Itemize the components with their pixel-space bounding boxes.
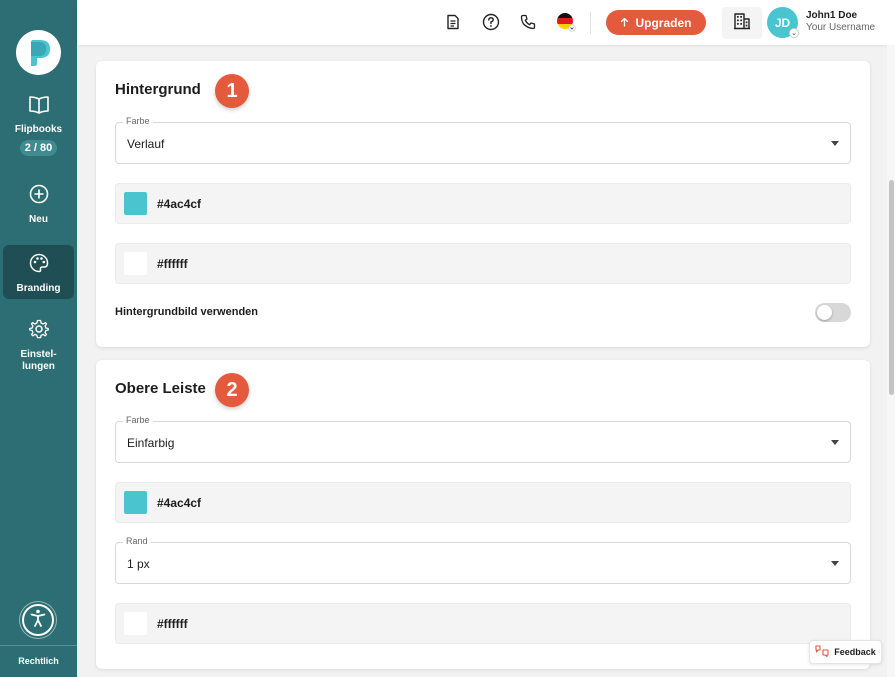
color-swatch[interactable] — [124, 192, 147, 215]
feedback-icon — [815, 645, 829, 659]
top-bar-border-select[interactable]: Rand 1 px — [115, 536, 851, 584]
gear-icon — [28, 319, 49, 344]
plus-circle-icon — [29, 184, 49, 209]
company-button[interactable] — [722, 7, 762, 39]
color-hex: #ffffff — [157, 257, 188, 271]
select-value: Verlauf — [127, 137, 165, 151]
phone-icon[interactable] — [518, 12, 538, 32]
step-badge: 2 — [215, 373, 249, 407]
background-color-mode-select[interactable]: Farbe Verlauf — [115, 116, 851, 164]
header-divider — [590, 12, 591, 34]
legal-link[interactable]: Rechtlich — [0, 656, 77, 666]
sidebar-item-label: Neu — [29, 214, 48, 225]
arrow-up-icon — [620, 16, 629, 30]
sidebar-divider — [0, 645, 77, 646]
top-bar-section: Obere Leiste 2 Farbe Einfarbig #4ac4cf R… — [96, 360, 870, 669]
top-bar-color-mode-select[interactable]: Farbe Einfarbig — [115, 415, 851, 463]
accessibility-icon — [28, 608, 48, 633]
background-image-toggle[interactable] — [815, 303, 851, 322]
upgrade-button[interactable]: Upgraden — [606, 10, 706, 35]
sidebar-item-settings[interactable]: Einstel- lungen — [3, 319, 74, 375]
building-icon — [733, 12, 751, 35]
feedback-button[interactable]: Feedback — [809, 640, 882, 664]
document-icon[interactable] — [443, 12, 463, 32]
user-subtitle: Your Username — [806, 22, 876, 33]
step-badge: 1 — [215, 74, 249, 108]
top-bar-color-field[interactable]: #4ac4cf — [115, 482, 851, 523]
color-hex: #ffffff — [157, 617, 188, 631]
background-section: Hintergrund 1 Farbe Verlauf #4ac4cf #fff… — [96, 61, 870, 347]
section-title: Obere Leiste — [115, 380, 206, 397]
section-title: Hintergrund — [115, 81, 201, 98]
select-label: Rand — [123, 536, 151, 546]
color-swatch[interactable] — [124, 612, 147, 635]
scrollbar-thumb[interactable] — [889, 180, 894, 395]
select-value: 1 px — [127, 557, 150, 571]
color-hex: #4ac4cf — [157, 197, 202, 211]
toggle-knob — [817, 305, 832, 320]
help-icon[interactable] — [481, 12, 501, 32]
app-logo[interactable] — [16, 30, 61, 75]
sidebar-item-label: Flipbooks — [14, 124, 63, 135]
background-color-1-field[interactable]: #4ac4cf — [115, 183, 851, 224]
settings-label-line1: Einstel- — [20, 349, 57, 360]
select-value: Einfarbig — [127, 436, 175, 450]
german-flag-icon[interactable] — [556, 12, 576, 32]
flipbook-p-logo — [30, 39, 50, 66]
sidebar-item-flipbooks[interactable]: Flipbooks 2 / 80 — [3, 94, 74, 160]
select-label: Farbe — [123, 415, 153, 425]
upgrade-label: Upgraden — [635, 15, 692, 30]
book-open-icon — [28, 96, 50, 119]
select-label: Farbe — [123, 116, 153, 126]
flipbook-count-badge: 2 / 80 — [19, 140, 58, 156]
settings-label-line2: lungen — [22, 361, 55, 372]
color-swatch[interactable] — [124, 491, 147, 514]
caret-down-icon — [831, 561, 839, 566]
color-hex: #4ac4cf — [157, 496, 202, 510]
feedback-label: Feedback — [834, 647, 876, 657]
color-swatch[interactable] — [124, 252, 147, 275]
caret-down-icon — [831, 440, 839, 445]
background-image-toggle-label: Hintergrundbild verwenden — [115, 306, 259, 318]
sidebar-item-label: Branding — [16, 283, 61, 294]
sidebar: Flipbooks 2 / 80 Neu Branding Einstel- l… — [0, 0, 77, 677]
sidebar-item-branding[interactable]: Branding — [3, 245, 74, 299]
user-name: John1 Doe — [806, 10, 858, 21]
accessibility-button[interactable] — [22, 604, 54, 636]
top-bar-border-color-field[interactable]: #ffffff — [115, 603, 851, 644]
chevron-down-icon[interactable]: ⌄ — [789, 28, 799, 38]
top-header: Upgraden JD ⌄ John1 Doe Your Username — [77, 0, 895, 45]
background-color-2-field[interactable]: #ffffff — [115, 243, 851, 284]
sidebar-item-new[interactable]: Neu — [3, 184, 74, 228]
sidebar-item-label: Einstel- lungen — [20, 349, 56, 373]
caret-down-icon — [831, 141, 839, 146]
palette-icon — [29, 253, 49, 278]
